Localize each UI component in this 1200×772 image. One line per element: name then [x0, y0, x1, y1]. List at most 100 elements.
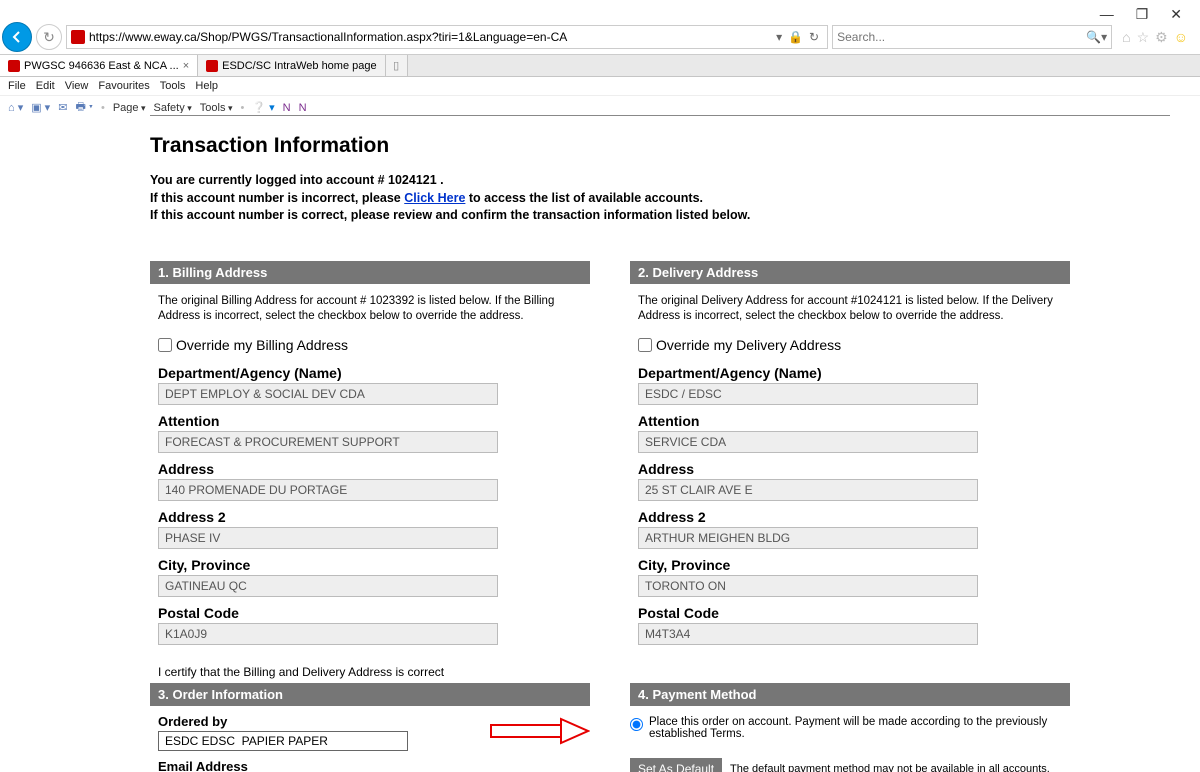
intro-text: to access the list of available accounts…: [465, 191, 703, 205]
click-here-link[interactable]: Click Here: [404, 191, 465, 205]
tools-menu[interactable]: Tools: [200, 102, 233, 114]
onenote-linked-icon[interactable]: N: [299, 102, 307, 114]
tab-favicon-icon: [8, 60, 20, 72]
menu-edit[interactable]: Edit: [36, 80, 55, 92]
billing-note: The original Billing Address for account…: [158, 294, 590, 325]
billing-dept-label: Department/Agency (Name): [158, 365, 590, 381]
billing-postal-label: Postal Code: [158, 605, 590, 621]
intro-text: .: [437, 173, 444, 187]
billing-addr-label: Address: [158, 461, 590, 477]
tab-label: ESDC/SC IntraWeb home page: [222, 60, 376, 72]
delivery-addr2-label: Address 2: [638, 509, 1070, 525]
menu-view[interactable]: View: [65, 80, 89, 92]
billing-attn-value: FORECAST & PROCUREMENT SUPPORT: [158, 431, 498, 453]
maximize-button[interactable]: ❐: [1136, 6, 1149, 23]
billing-city-value: GATINEAU QC: [158, 575, 498, 597]
new-tab-button[interactable]: ▯: [386, 55, 408, 76]
billing-addr2-value: PHASE IV: [158, 527, 498, 549]
tab-favicon-icon: [206, 60, 218, 72]
search-dropdown-icon[interactable]: ▾: [1101, 30, 1107, 44]
divider: [150, 115, 1170, 116]
intro-text: If this account number is incorrect, ple…: [150, 191, 404, 205]
billing-addr2-label: Address 2: [158, 509, 590, 525]
onenote-icon[interactable]: N: [283, 102, 291, 114]
override-delivery-label: Override my Delivery Address: [656, 337, 841, 353]
delivery-attn-label: Attention: [638, 413, 1070, 429]
delivery-addr-label: Address: [638, 461, 1070, 477]
feedback-icon[interactable]: ☺: [1174, 29, 1188, 46]
delivery-header: 2. Delivery Address: [630, 261, 1070, 284]
billing-addr-value: 140 PROMENADE DU PORTAGE: [158, 479, 498, 501]
billing-dept-value: DEPT EMPLOY & SOCIAL DEV CDA: [158, 383, 498, 405]
refresh-icon[interactable]: ↻: [809, 30, 819, 44]
delivery-addr-value: 25 ST CLAIR AVE E: [638, 479, 978, 501]
override-billing-checkbox[interactable]: [158, 338, 172, 352]
search-input[interactable]: [837, 30, 1086, 44]
billing-postal-value: K1A0J9: [158, 623, 498, 645]
minimize-button[interactable]: —: [1100, 6, 1114, 23]
url-input[interactable]: [89, 30, 772, 44]
order-column: 3. Order Information Ordered by Email Ad…: [150, 683, 590, 772]
delivery-postal-value: M4T3A4: [638, 623, 978, 645]
delivery-note: The original Delivery Address for accoun…: [638, 294, 1070, 325]
page-title: Transaction Information: [150, 134, 1170, 158]
menu-file[interactable]: File: [8, 80, 26, 92]
menu-bar: File Edit View Favourites Tools Help: [0, 77, 1200, 96]
pay-on-account-radio[interactable]: [630, 718, 643, 731]
page-viewport[interactable]: Transaction Information You are currentl…: [0, 113, 1200, 772]
override-delivery-checkbox[interactable]: [638, 338, 652, 352]
intro-text: You are currently logged into account #: [150, 173, 388, 187]
menu-tools[interactable]: Tools: [160, 80, 186, 92]
site-favicon-icon: [71, 30, 85, 44]
delivery-dept-label: Department/Agency (Name): [638, 365, 1070, 381]
override-billing-label: Override my Billing Address: [176, 337, 348, 353]
tab-label: PWGSC 946636 East & NCA ...: [24, 60, 179, 72]
delivery-addr2-value: ARTHUR MEIGHEN BLDG: [638, 527, 978, 549]
tab-esdc[interactable]: ESDC/SC IntraWeb home page: [198, 55, 385, 76]
favorites-icon[interactable]: ☆: [1137, 29, 1150, 46]
delivery-city-value: TORONTO ON: [638, 575, 978, 597]
email-label: Email Address: [158, 759, 590, 772]
set-default-button[interactable]: Set As Default: [630, 758, 722, 772]
page-menu[interactable]: Page: [113, 102, 146, 114]
delivery-dept-value: ESDC / EDSC: [638, 383, 978, 405]
search-box[interactable]: 🔍 ▾: [832, 25, 1112, 49]
order-header: 3. Order Information: [150, 683, 590, 706]
default-note: The default payment method may not be av…: [730, 763, 1050, 772]
ordered-by-input[interactable]: [158, 731, 408, 751]
billing-city-label: City, Province: [158, 557, 590, 573]
delivery-postal-label: Postal Code: [638, 605, 1070, 621]
intro-block: You are currently logged into account # …: [150, 172, 1170, 225]
delivery-attn-value: SERVICE CDA: [638, 431, 978, 453]
delivery-city-label: City, Province: [638, 557, 1070, 573]
home-icon[interactable]: ⌂: [1122, 29, 1130, 46]
intro-text: If this account number is correct, pleas…: [150, 208, 750, 222]
billing-column: 1. Billing Address The original Billing …: [150, 261, 590, 649]
payment-column: 4. Payment Method Place this order on ac…: [630, 683, 1070, 772]
ordered-by-label: Ordered by: [158, 714, 590, 729]
payment-header: 4. Payment Method: [630, 683, 1070, 706]
delivery-column: 2. Delivery Address The original Deliver…: [630, 261, 1070, 649]
new-tab-icon: ▯: [393, 59, 399, 72]
safety-menu[interactable]: Safety: [154, 102, 192, 114]
back-button[interactable]: [2, 22, 32, 52]
address-bar-icons: ▾ 🔒 ↻: [772, 30, 823, 44]
tab-pwgsc[interactable]: PWGSC 946636 East & NCA ... ×: [0, 55, 198, 76]
refresh-button[interactable]: ↻: [36, 24, 62, 50]
address-bar[interactable]: ▾ 🔒 ↻: [66, 25, 828, 49]
menu-favourites[interactable]: Favourites: [98, 80, 149, 92]
dropdown-icon[interactable]: ▾: [776, 30, 782, 44]
tab-strip: PWGSC 946636 East & NCA ... × ESDC/SC In…: [0, 55, 1200, 77]
gear-icon[interactable]: ⚙: [1155, 29, 1168, 46]
pay-on-account-label: Place this order on account. Payment wil…: [649, 716, 1070, 740]
certify-text: I certify that the Billing and Delivery …: [158, 665, 1170, 679]
intro-account-number: 1024121: [388, 173, 437, 187]
billing-header: 1. Billing Address: [150, 261, 590, 284]
billing-attn-label: Attention: [158, 413, 590, 429]
browser-nav-bar: ↻ ▾ 🔒 ↻ 🔍 ▾ ⌂ ☆ ⚙ ☺: [0, 0, 1200, 55]
search-icon[interactable]: 🔍: [1086, 30, 1101, 44]
close-tab-icon[interactable]: ×: [183, 60, 189, 72]
lock-icon: 🔒: [788, 30, 803, 44]
menu-help[interactable]: Help: [195, 80, 218, 92]
close-window-button[interactable]: ✕: [1170, 6, 1182, 23]
